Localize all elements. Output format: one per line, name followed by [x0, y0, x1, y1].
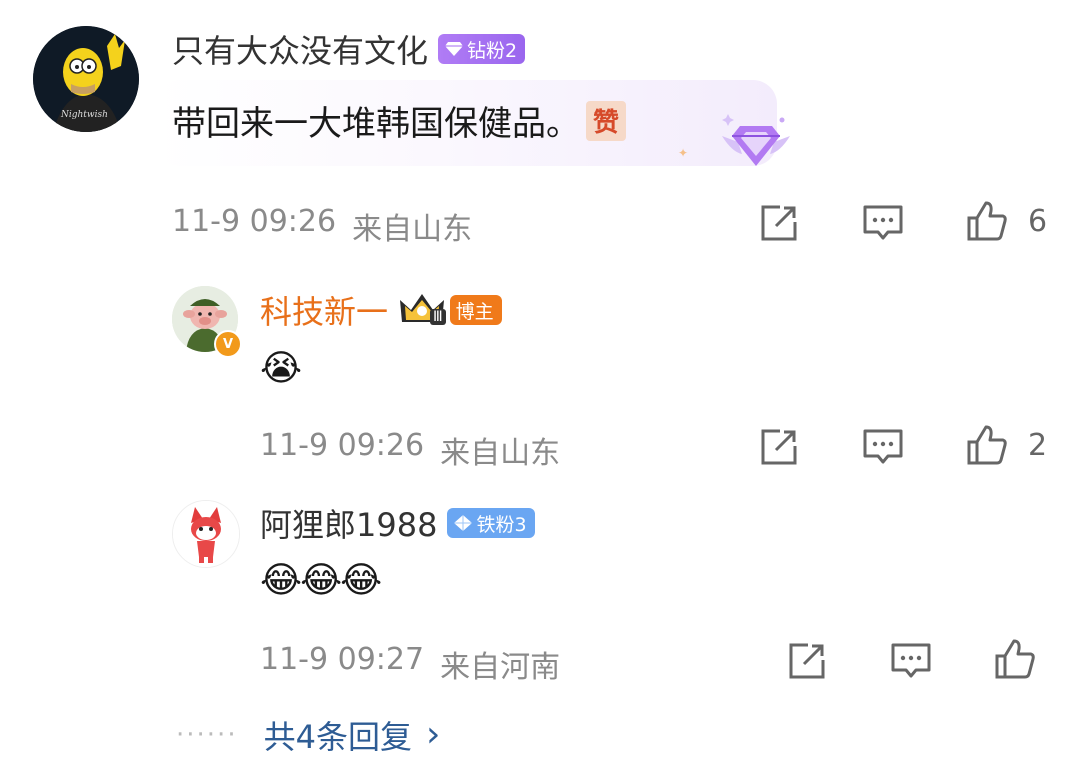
- share-icon[interactable]: [786, 640, 828, 682]
- reply-time: 11-9 09:27: [260, 642, 425, 677]
- like-count: 2: [1028, 428, 1048, 463]
- avatar[interactable]: Nightwish: [33, 26, 139, 132]
- like-icon[interactable]: [994, 638, 1036, 680]
- reply-time: 11-9 09:26: [260, 428, 425, 463]
- comment-icon[interactable]: [862, 426, 904, 468]
- diamond-icon: [454, 515, 473, 531]
- reply-emoji: 😂😂😂: [260, 560, 382, 601]
- owner-badge[interactable]: 博主: [449, 295, 502, 325]
- comment-icon[interactable]: [862, 202, 904, 244]
- comment-icon[interactable]: [890, 640, 932, 682]
- reply-emoji: 😭: [260, 348, 303, 389]
- fan-badge-label: 钻粉2: [467, 39, 518, 62]
- more-replies-link[interactable]: 共4条回复: [264, 712, 412, 758]
- diamond-badge-icon: [722, 114, 790, 166]
- comment-time: 11-9 09:26: [172, 204, 337, 239]
- diamond-icon: [445, 42, 464, 56]
- comment-text: 带回来一大堆韩国保健品。: [172, 104, 580, 144]
- username[interactable]: 阿狸郎1988: [260, 500, 437, 546]
- reply-location: 来自河南: [440, 650, 561, 685]
- verified-badge: V: [214, 330, 242, 358]
- praise-sticker: 赞: [586, 100, 626, 141]
- like-icon[interactable]: [966, 200, 1008, 242]
- share-icon[interactable]: [758, 426, 800, 468]
- more-replies-row[interactable]: ······ 共4条回复 ›: [176, 712, 440, 758]
- avatar-image: [173, 501, 239, 567]
- share-icon[interactable]: [758, 202, 800, 244]
- sparkle-icon: ✦: [678, 146, 689, 160]
- reply-location: 来自山东: [440, 436, 561, 471]
- avatar[interactable]: [172, 500, 240, 568]
- chevron-right-icon: ›: [425, 714, 441, 755]
- like-icon[interactable]: [966, 424, 1008, 466]
- comment-location: 来自山东: [352, 212, 473, 247]
- indent-dots: ······: [176, 720, 238, 750]
- avatar-caption: Nightwish: [61, 110, 108, 120]
- fan-badge-label: 铁粉3: [476, 513, 527, 536]
- fan-badge[interactable]: 钻粉2: [438, 34, 526, 64]
- username[interactable]: 科技新一: [260, 287, 388, 333]
- rank-badge: Ⅲ: [398, 292, 446, 328]
- like-count: 6: [1028, 204, 1048, 239]
- username[interactable]: 只有大众没有文化: [172, 26, 428, 72]
- fan-badge[interactable]: 铁粉3: [447, 508, 535, 538]
